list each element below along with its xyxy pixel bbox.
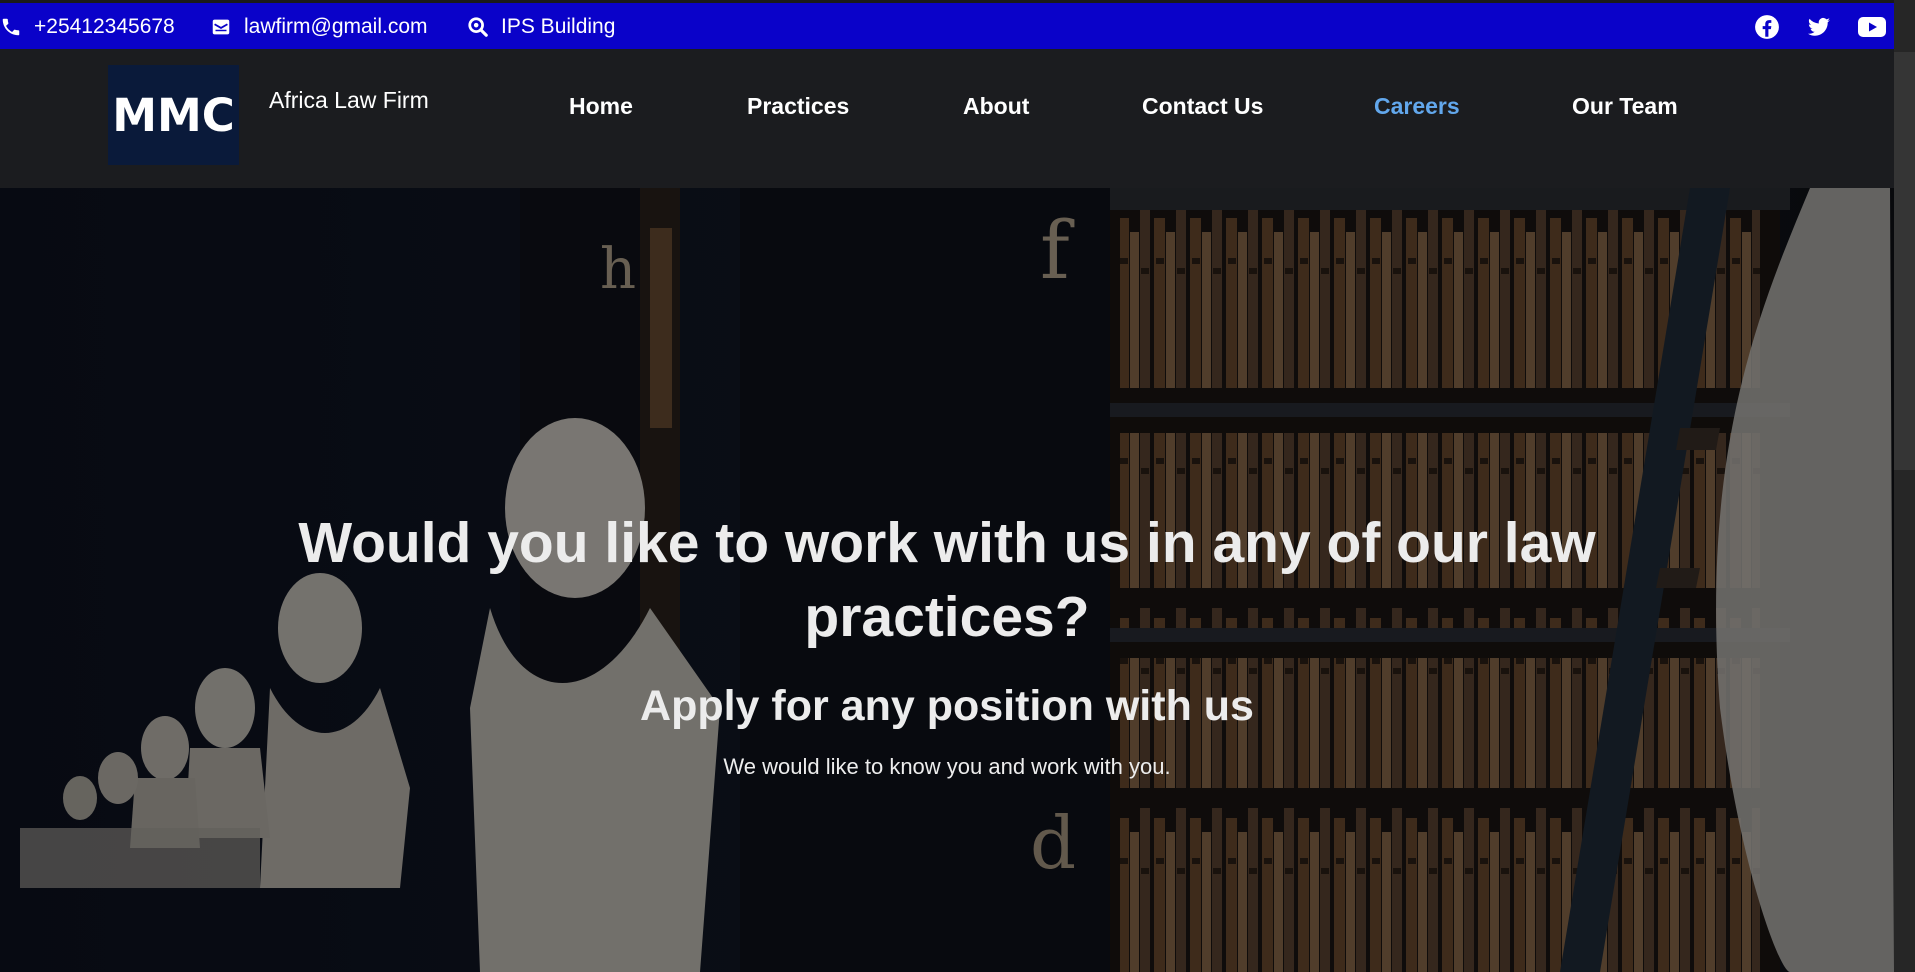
search-location-icon xyxy=(468,17,488,37)
nav-contact-us[interactable]: Contact Us xyxy=(1142,93,1263,120)
hero-subheading: Apply for any position with us xyxy=(640,682,1254,730)
hero-banner: h f d Would you like to work with us in … xyxy=(0,188,1894,972)
nav-practices[interactable]: Practices xyxy=(747,93,849,120)
nav-home[interactable]: Home xyxy=(569,93,633,120)
envelope-icon xyxy=(212,19,230,35)
youtube-icon xyxy=(1858,17,1886,37)
phone-contact[interactable]: +25412345678 xyxy=(0,13,175,41)
facebook-icon xyxy=(1755,15,1779,39)
nav-our-team[interactable]: Our Team xyxy=(1572,93,1678,120)
phone-number: +25412345678 xyxy=(34,15,175,38)
phone-icon xyxy=(2,18,20,36)
twitter-link[interactable] xyxy=(1805,13,1833,41)
twitter-icon xyxy=(1808,17,1830,36)
email-contact[interactable]: lawfirm@gmail.com xyxy=(210,13,428,41)
scrollbar-thumb[interactable] xyxy=(1894,52,1915,470)
hero-heading: Would you like to work with us in any of… xyxy=(298,511,1596,649)
hero-lead-text: We would like to know you and work with … xyxy=(723,754,1171,779)
top-contact-bar: +25412345678 lawfirm@gmail.com IPS Build… xyxy=(0,0,1894,49)
nav-about[interactable]: About xyxy=(963,93,1029,120)
main-navbar: MMC Africa Law Firm Home Practices About… xyxy=(0,49,1894,188)
youtube-link[interactable] xyxy=(1858,13,1886,41)
email-address: lawfirm@gmail.com xyxy=(244,15,428,38)
facebook-link[interactable] xyxy=(1753,13,1781,41)
location-text: IPS Building xyxy=(501,15,616,38)
logo[interactable]: MMC xyxy=(108,65,239,165)
location-contact[interactable]: IPS Building xyxy=(467,13,615,41)
brand-name[interactable]: Africa Law Firm xyxy=(269,87,429,114)
nav-careers[interactable]: Careers xyxy=(1374,93,1460,120)
